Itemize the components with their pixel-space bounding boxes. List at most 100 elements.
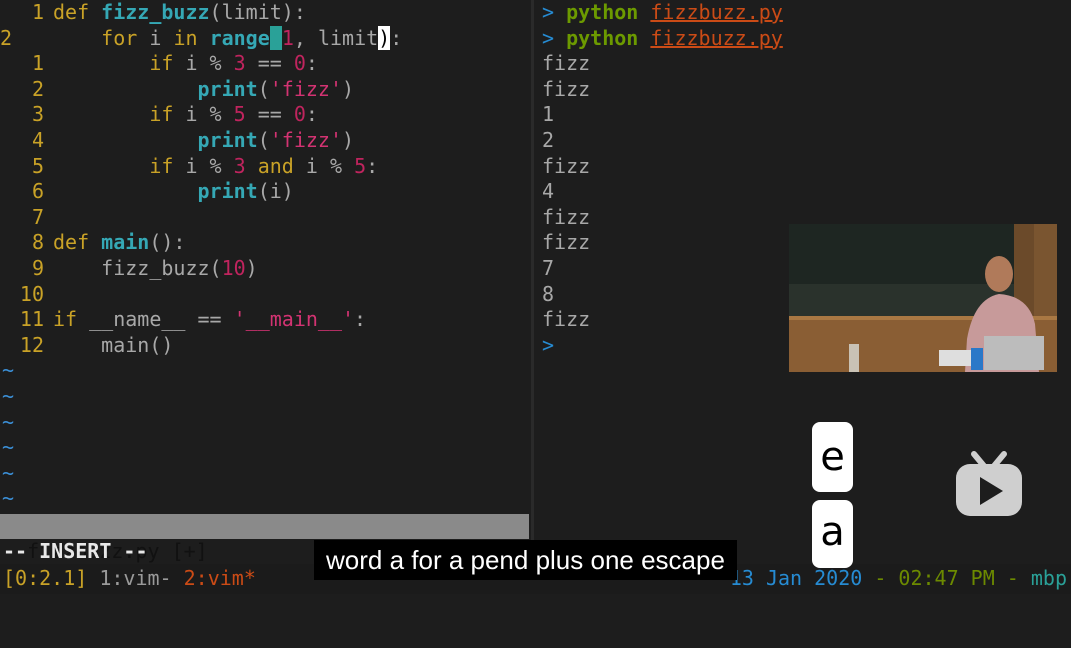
vim-mode-indicator: -- INSERT -- [3,539,148,563]
code-token: (): [149,230,186,255]
code-token: and [257,153,306,178]
code-token: def [53,0,102,24]
code-line[interactable]: 2 print('fizz') [0,77,354,103]
text-cursor: ( [269,25,282,50]
code-token: 3 [233,51,246,76]
code-line[interactable]: 11 if __name__ == '__main__': [0,307,366,333]
vim-statusline: fizzbuzz.py [+] [0,514,529,563]
code-token: , limit [293,25,379,50]
shell-command: python [566,0,639,24]
shell-argument: fizzbuzz.py [650,0,783,24]
tmux-hostname: mbp [1030,566,1067,590]
code-line[interactable]: 12 main() [0,332,174,359]
output-text: fizz [542,76,591,101]
code-token: i % [185,153,234,178]
line-number: 9 [31,256,44,280]
line-number: 12 [19,332,44,357]
code-line[interactable]: 9 fizz_buzz(10) [0,256,258,282]
code-token: if [149,51,186,76]
code-token: 0 [293,51,306,76]
shell-prompt: > [542,0,567,24]
code-line[interactable]: 1 def fizz_buzz(limit): [0,0,306,26]
code-token: == [245,51,294,76]
code-token: print [197,179,258,204]
line-number: 8 [31,230,44,255]
code-token: def [53,230,102,255]
terminal-output-line: fizz [542,154,590,180]
terminal-output-line: fizz [542,77,590,103]
empty-line-tilde: ~ [2,435,15,460]
empty-line-tilde: ~ [2,486,15,511]
code-token: : [305,102,318,127]
empty-line-tilde: ~ [2,384,15,408]
text-cursor: ) [378,25,391,50]
code-token: 5 [354,153,367,178]
video-caption: word a for a pend plus one escape [314,540,737,580]
code-line[interactable]: 3 if i % 5 == 0: [0,102,318,128]
line-number: 6 [31,179,44,204]
line-number: 2 [31,76,44,101]
line-number: 1 [31,51,44,76]
code-line[interactable]: 5 if i % 3 and i % 5: [0,154,378,180]
code-line[interactable]: 1 if i % 3 == 0: [0,51,318,77]
code-token: ) [342,128,355,152]
tmux-separator: - [994,566,1031,590]
code-line[interactable]: 2 for i in range(1, limit): [0,25,403,52]
shell-argument: fizzbuzz.py [650,25,783,50]
terminal-output-line: 8 [542,282,554,308]
code-token: in [173,25,210,50]
code-token: 5 [233,102,246,127]
lecturer-webcam-video [789,224,1057,372]
terminal-output-line: fizz [542,307,590,333]
output-text: fizz [542,204,591,229]
tmux-time: 02:47 PM [898,566,995,590]
code-token: (i) [257,179,294,204]
code-token: 1 [281,25,294,50]
code-token: i % [305,153,355,178]
terminal-output-line: 2 [542,128,554,154]
code-line[interactable]: 6 print(i) [0,179,294,205]
code-token: fizz_buzz( [53,256,222,280]
output-text: fizz [542,51,591,76]
tmux-window-1[interactable]: 1:vim- [87,566,183,590]
code-token: (limit): [209,0,306,24]
code-token: 'fizz' [269,128,343,152]
code-token: ( [257,76,270,101]
code-token: 0 [293,102,306,127]
output-text: 7 [542,256,555,280]
code-token: print [197,128,258,152]
code-line[interactable]: 7 [0,205,53,231]
tmux-window-list: [0:2.1] 1:vim- 2:vim* [3,564,256,592]
code-token: : [390,25,403,50]
code-line[interactable]: 8 def main(): [0,230,186,256]
code-line[interactable]: 10 [0,282,53,308]
code-line[interactable]: 4 print('fizz') [0,128,354,154]
code-token: '__main__' [233,307,355,332]
terminal-prompt-line: > [542,333,554,359]
code-token: : [366,153,379,178]
vim-editor-pane[interactable]: 1 def fizz_buzz(limit): 2 for i in range(1… [0,0,531,514]
tmux-window-2[interactable]: 2:vim* [184,566,256,590]
code-token: if [53,307,90,332]
output-text: fizz [542,230,591,255]
output-text: 8 [542,281,555,306]
shell-prompt: > [542,25,567,50]
line-number: 3 [31,102,44,127]
code-token: i % [185,51,234,76]
output-text: fizz [542,153,591,178]
output-text: 4 [542,179,555,204]
terminal-output-line: fizz [542,230,590,256]
empty-line-tilde: ~ [2,460,15,485]
terminal-output-line: 4 [542,179,554,205]
code-token: i [149,25,174,50]
keystroke-overlay-a: a [812,500,853,568]
